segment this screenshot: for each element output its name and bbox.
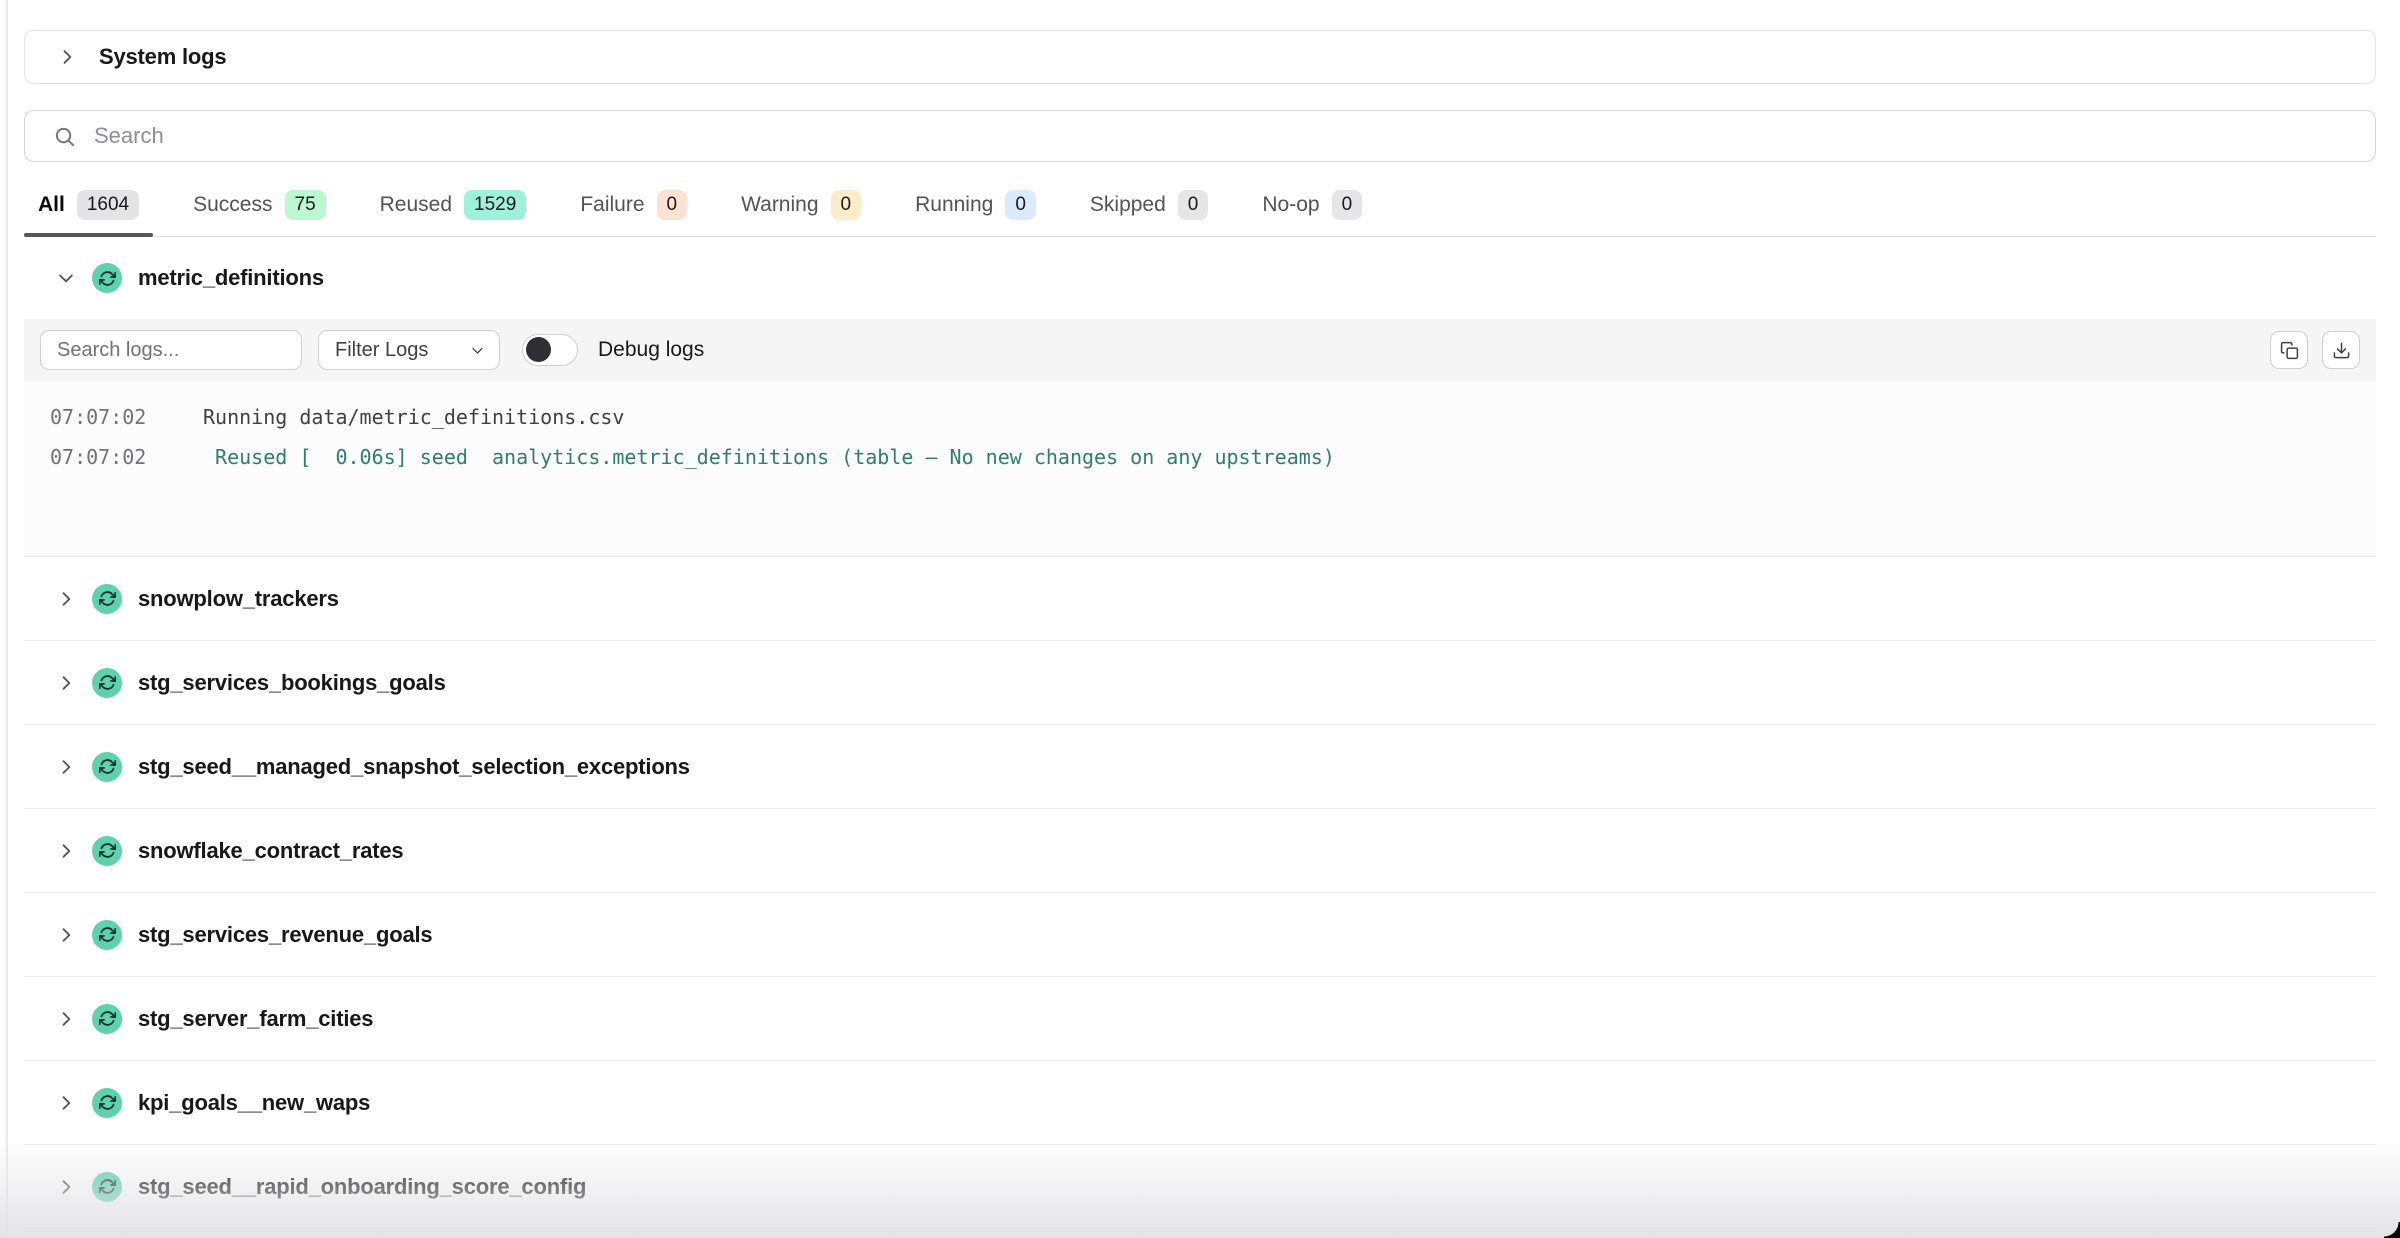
tab-count-badge: 1529 <box>464 190 526 220</box>
tab-count-badge: 0 <box>1178 190 1209 220</box>
tab-success[interactable]: Success 75 <box>179 188 340 236</box>
search-box <box>24 110 2376 162</box>
tab-count-badge: 0 <box>1332 190 1363 220</box>
reused-status-icon <box>92 752 122 782</box>
tab-label: Warning <box>741 193 818 217</box>
chevron-down-icon <box>470 343 485 358</box>
log-message: Reused [ 0.06s] seed analytics.metric_de… <box>203 437 1335 477</box>
reused-status-icon <box>92 836 122 866</box>
download-icon <box>2332 341 2351 360</box>
chevron-right-icon <box>57 47 77 67</box>
chevron-right-icon <box>56 757 76 777</box>
node-list: snowplow_trackers stg_services_bookings_… <box>24 557 2376 1229</box>
debug-logs-toggle[interactable] <box>522 334 578 366</box>
reused-status-icon <box>92 1172 122 1202</box>
chevron-right-icon <box>56 841 76 861</box>
node-name: metric_definitions <box>138 265 324 291</box>
node-name: stg_services_revenue_goals <box>138 922 432 948</box>
node-name: snowflake_contract_rates <box>138 838 403 864</box>
status-tabs: All 1604 Success 75 Reused 1529 Failure … <box>24 188 2376 237</box>
tab-label: Skipped <box>1090 193 1166 217</box>
log-panel: Filter Logs Debug logs <box>24 319 2376 557</box>
node-name: snowplow_trackers <box>138 586 339 612</box>
node-row-snowflake-contract-rates[interactable]: snowflake_contract_rates <box>24 809 2376 893</box>
tab-label: Reused <box>380 193 452 217</box>
node-row-snowplow-trackers[interactable]: snowplow_trackers <box>24 557 2376 641</box>
system-logs-title: System logs <box>99 44 226 70</box>
tab-count-badge: 0 <box>1005 190 1036 220</box>
system-logs-panel: System logs All 1604 Success 75 Reused 1… <box>0 0 2400 1229</box>
chevron-right-icon <box>56 1177 76 1197</box>
system-logs-header[interactable]: System logs <box>24 30 2376 84</box>
node-row-stg-seed-managed-snapshot-selection-exceptions[interactable]: stg_seed__managed_snapshot_selection_exc… <box>24 725 2376 809</box>
log-toolbar: Filter Logs Debug logs <box>24 319 2376 381</box>
reused-status-icon <box>92 1004 122 1034</box>
log-line: 07:07:02 Running data/metric_definitions… <box>50 397 2376 437</box>
tab-skipped[interactable]: Skipped 0 <box>1076 188 1222 236</box>
tab-count-badge: 1604 <box>77 190 139 220</box>
chevron-right-icon <box>56 589 76 609</box>
node-name: stg_server_farm_cities <box>138 1006 373 1032</box>
search-icon <box>53 125 76 148</box>
reused-status-icon <box>92 668 122 698</box>
chevron-right-icon <box>56 925 76 945</box>
copy-icon <box>2280 341 2299 360</box>
tab-count-badge: 75 <box>285 190 326 220</box>
log-line: 07:07:02 Reused [ 0.06s] seed analytics.… <box>50 437 2376 477</box>
node-row-stg-services-bookings-goals[interactable]: stg_services_bookings_goals <box>24 641 2376 725</box>
reused-status-icon <box>92 1088 122 1118</box>
log-timestamp: 07:07:02 <box>50 437 203 477</box>
debug-logs-label: Debug logs <box>598 338 704 362</box>
reused-status-icon <box>92 584 122 614</box>
node-name: stg_services_bookings_goals <box>138 670 446 696</box>
chevron-right-icon <box>56 1009 76 1029</box>
search-input[interactable] <box>94 123 2355 149</box>
tab-label: All <box>38 193 65 217</box>
panel-divider <box>6 0 8 1238</box>
node-row-stg-services-revenue-goals[interactable]: stg_services_revenue_goals <box>24 893 2376 977</box>
toggle-knob <box>526 337 551 362</box>
chevron-right-icon <box>56 1093 76 1113</box>
log-message: Running data/metric_definitions.csv <box>203 397 624 437</box>
chevron-right-icon <box>56 673 76 693</box>
node-name: stg_seed__managed_snapshot_selection_exc… <box>138 754 690 780</box>
tab-label: Running <box>915 193 993 217</box>
reused-status-icon <box>92 263 122 293</box>
copy-logs-button[interactable] <box>2270 331 2308 369</box>
chevron-down-icon <box>56 268 76 288</box>
node-row-kpi-goals-new-waps[interactable]: kpi_goals__new_waps <box>24 1061 2376 1145</box>
log-search-input[interactable] <box>40 330 302 370</box>
tab-failure[interactable]: Failure 0 <box>566 188 701 236</box>
tab-noop[interactable]: No-op 0 <box>1248 188 1376 236</box>
node-row-stg-server-farm-cities[interactable]: stg_server_farm_cities <box>24 977 2376 1061</box>
tab-label: Failure <box>580 193 644 217</box>
filter-logs-select[interactable]: Filter Logs <box>318 330 500 370</box>
log-timestamp: 07:07:02 <box>50 397 203 437</box>
log-output[interactable]: 07:07:02 Running data/metric_definitions… <box>24 381 2376 557</box>
tab-reused[interactable]: Reused 1529 <box>366 188 541 236</box>
filter-logs-label: Filter Logs <box>335 339 428 362</box>
reused-status-icon <box>92 920 122 950</box>
tab-label: No-op <box>1262 193 1319 217</box>
download-logs-button[interactable] <box>2322 331 2360 369</box>
tab-warning[interactable]: Warning 0 <box>727 188 875 236</box>
tab-label: Success <box>193 193 272 217</box>
tab-running[interactable]: Running 0 <box>901 188 1050 236</box>
tab-count-badge: 0 <box>831 190 862 220</box>
tab-count-badge: 0 <box>657 190 688 220</box>
node-row-stg-seed-rapid-onboarding-score-config[interactable]: stg_seed__rapid_onboarding_score_config <box>24 1145 2376 1229</box>
node-name: stg_seed__rapid_onboarding_score_config <box>138 1174 586 1200</box>
tab-all[interactable]: All 1604 <box>24 188 153 236</box>
node-name: kpi_goals__new_waps <box>138 1090 370 1116</box>
node-row-metric-definitions[interactable]: metric_definitions <box>24 237 2376 319</box>
